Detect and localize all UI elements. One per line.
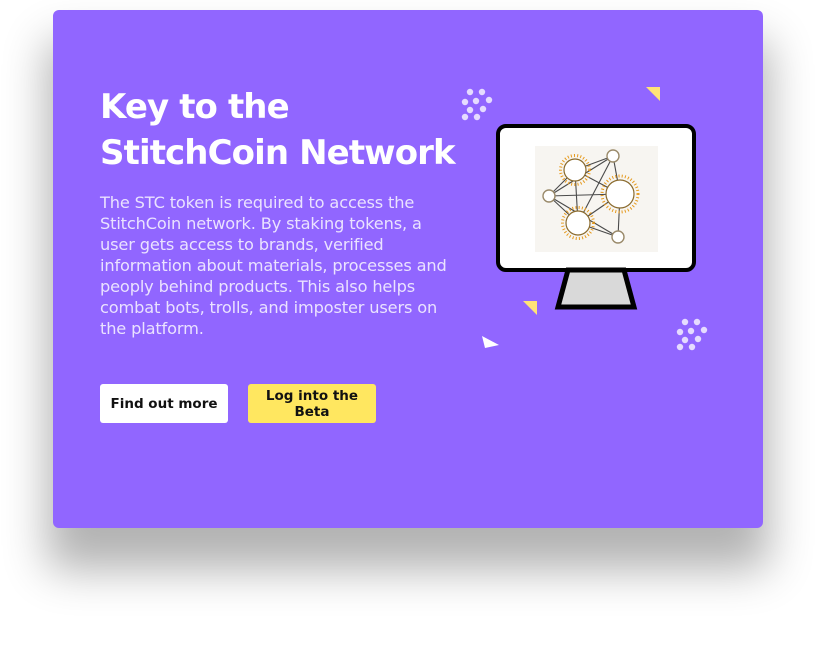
login-beta-button[interactable]: Log into the Beta <box>248 384 376 423</box>
find-out-more-button[interactable]: Find out more <box>100 384 228 423</box>
hero-description: The STC token is required to access the … <box>100 193 447 338</box>
hero-illustration <box>458 84 758 374</box>
dot-cluster-icon <box>676 317 710 351</box>
hero-title: Key to the StitchCoin Network <box>100 87 456 173</box>
monitor-network-icon <box>496 124 696 314</box>
triangle-confetti-icon <box>480 335 500 351</box>
hero-card: Key to the StitchCoin Network The STC to… <box>53 10 763 528</box>
dot-cluster-icon <box>461 87 495 121</box>
triangle-confetti-icon <box>645 86 661 102</box>
